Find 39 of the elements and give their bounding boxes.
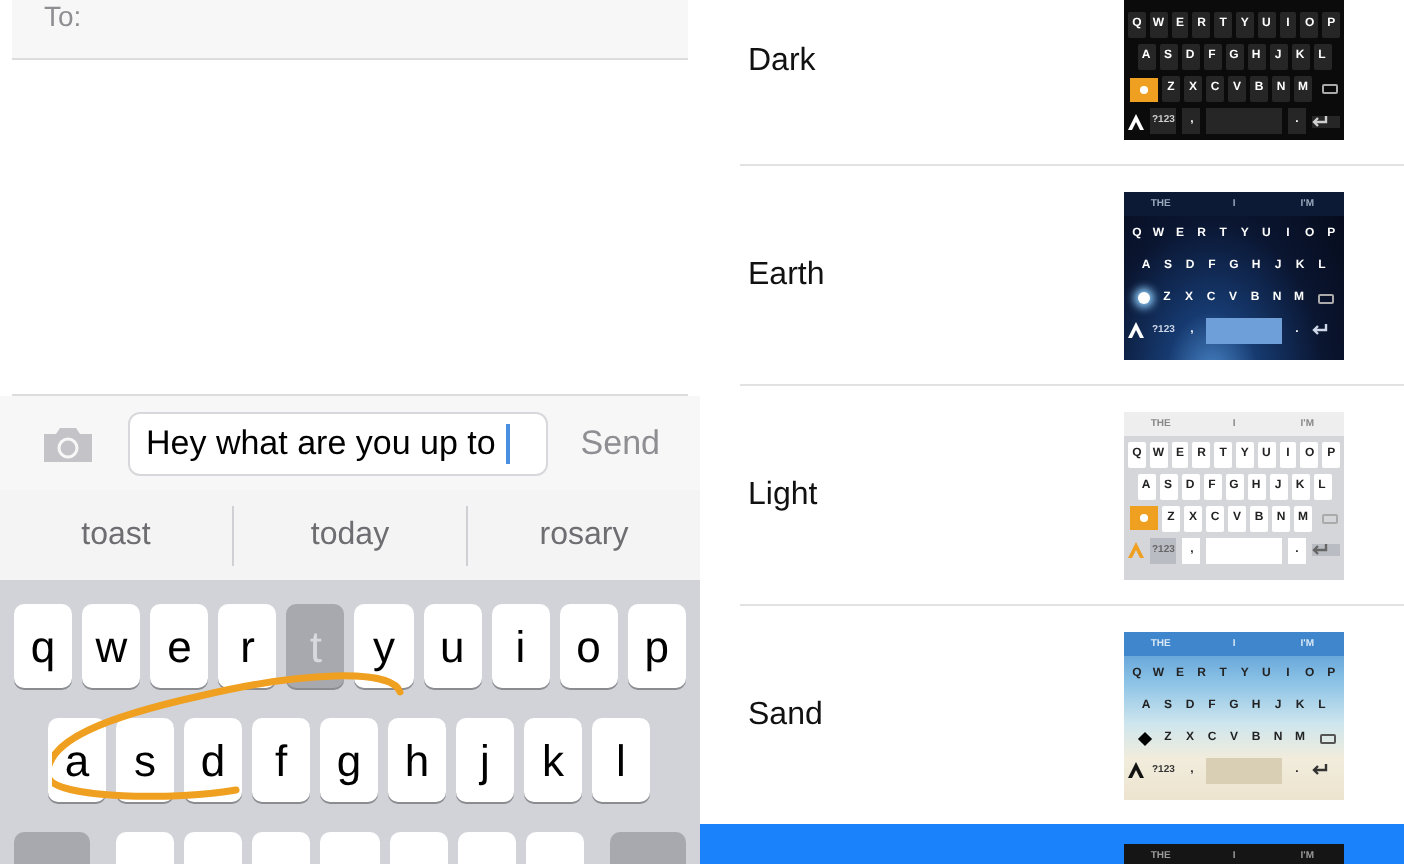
keyboard-key[interactable]: w	[82, 604, 141, 688]
keyboard-key[interactable]: u	[423, 604, 482, 688]
keyboard-key[interactable]: j	[456, 718, 514, 802]
keyboard-key[interactable]: o	[559, 604, 618, 688]
message-input-field[interactable]: Hey what are you up to	[128, 411, 549, 475]
message-text: Hey what are you up to	[146, 421, 496, 466]
logo-icon	[1128, 113, 1144, 129]
logo-icon	[1128, 322, 1144, 338]
suggestion-word[interactable]: today	[310, 511, 390, 559]
logo-icon	[1128, 762, 1144, 778]
keyboard-key[interactable]: h	[388, 718, 446, 802]
keyboard-key[interactable]: f	[252, 718, 310, 802]
theme-name: Earth	[748, 255, 827, 295]
text-cursor	[505, 423, 510, 463]
keyboard-key[interactable]: g	[320, 718, 378, 802]
theme-name: Dark	[748, 42, 818, 82]
to-label: To:	[44, 0, 82, 32]
theme-name: Light	[748, 475, 820, 515]
return-key-icon	[1312, 544, 1340, 556]
space-bar	[1206, 757, 1282, 783]
theme-name: Sand	[748, 695, 825, 735]
keyboard-key[interactable]: r	[218, 604, 277, 688]
keyboard-key[interactable]: s	[116, 718, 174, 802]
return-key-icon	[1312, 115, 1340, 127]
space-bar	[1206, 317, 1282, 343]
keyboard-key[interactable]: e	[150, 604, 209, 688]
keyboard-key[interactable]: q	[14, 604, 73, 688]
camera-icon[interactable]	[40, 423, 96, 463]
keyboard-key[interactable]: k	[524, 718, 582, 802]
keyboard-key[interactable]: y	[354, 604, 414, 688]
space-bar	[1206, 108, 1282, 134]
keyboard-key[interactable]: p	[627, 604, 686, 688]
suggestion-word[interactable]: rosary	[539, 511, 629, 559]
keyboard-key[interactable]: d	[184, 718, 242, 802]
suggestion-word[interactable]: toast	[81, 511, 151, 559]
logo-icon	[1128, 542, 1144, 558]
keyboard-key[interactable]: l	[592, 718, 650, 802]
space-bar	[1206, 537, 1282, 563]
keyboard-key[interactable]: i	[491, 604, 550, 688]
